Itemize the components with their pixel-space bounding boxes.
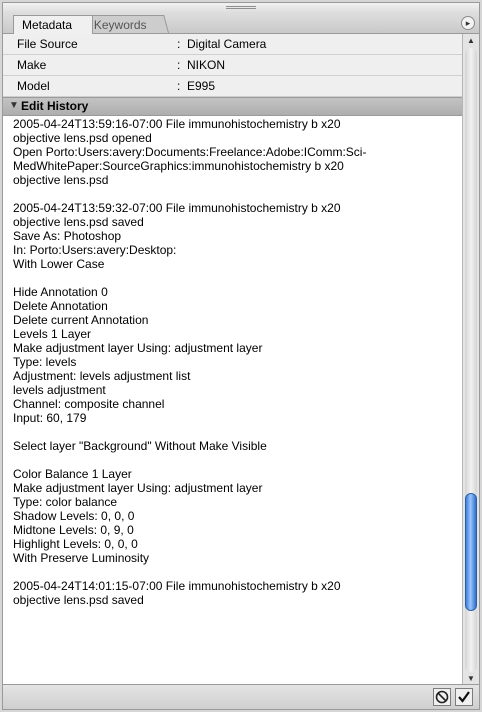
history-line: 2005-04-24T14:01:15-07:00 File immunohis… bbox=[13, 579, 341, 593]
metadata-separator: : bbox=[177, 58, 181, 72]
panel-footer bbox=[3, 684, 479, 709]
apply-button[interactable] bbox=[455, 688, 473, 706]
history-line: 2005-04-24T13:59:16-07:00 File immunohis… bbox=[13, 117, 341, 131]
history-line: Make adjustment layer Using: adjustment … bbox=[13, 481, 263, 495]
scroll-thumb[interactable] bbox=[465, 493, 477, 612]
history-line: Midtone Levels: 0, 9, 0 bbox=[13, 523, 134, 537]
tab-bar: Keywords Metadata ▸ bbox=[3, 13, 479, 34]
metadata-content: File Source : Digital Camera Make : NIKO… bbox=[3, 34, 463, 686]
checkmark-icon bbox=[458, 691, 470, 703]
history-line: With Lower Case bbox=[13, 257, 105, 271]
history-line: MedWhitePaper:SourceGraphics:immunohisto… bbox=[13, 159, 344, 173]
history-entry: 2005-04-24T14:01:15-07:00 File immunohis… bbox=[13, 579, 455, 607]
history-line: Levels 1 Layer bbox=[13, 327, 92, 341]
vertical-scrollbar[interactable]: ▲ ▼ bbox=[462, 34, 479, 686]
metadata-key: File Source bbox=[17, 37, 78, 51]
grip-line bbox=[226, 8, 256, 9]
tab-keywords[interactable]: Keywords bbox=[82, 15, 169, 33]
history-line: objective lens.psd saved bbox=[13, 215, 144, 229]
edit-history-title: Edit History bbox=[21, 99, 89, 113]
history-line: levels adjustment bbox=[13, 383, 106, 397]
history-line: Input: 60, 179 bbox=[13, 411, 87, 425]
metadata-value: Digital Camera bbox=[187, 37, 267, 51]
history-entry: 2005-04-24T13:59:16-07:00 File immunohis… bbox=[13, 117, 455, 187]
metadata-key: Make bbox=[17, 58, 47, 72]
edit-history-list: 2005-04-24T13:59:16-07:00 File immunohis… bbox=[3, 116, 463, 607]
history-line: Channel: composite channel bbox=[13, 397, 165, 411]
tab-metadata-label: Metadata bbox=[22, 18, 73, 32]
history-line: 2005-04-24T13:59:32-07:00 File immunohis… bbox=[13, 201, 341, 215]
history-line: Highlight Levels: 0, 0, 0 bbox=[13, 537, 138, 551]
history-line: Color Balance 1 Layer bbox=[13, 467, 132, 481]
metadata-key: Model bbox=[17, 79, 50, 93]
triangle-down-icon[interactable]: ▼ bbox=[9, 100, 19, 111]
history-line: In: Porto:Users:avery:Desktop: bbox=[13, 243, 177, 257]
history-line: Select layer "Background" Without Make V… bbox=[13, 439, 267, 453]
cancel-button[interactable] bbox=[433, 688, 451, 706]
metadata-row-make: Make : NIKON bbox=[3, 55, 463, 76]
grip-line bbox=[226, 6, 256, 7]
metadata-row-file-source: File Source : Digital Camera bbox=[3, 34, 463, 55]
history-line: Shadow Levels: 0, 0, 0 bbox=[13, 509, 135, 523]
cancel-icon bbox=[435, 690, 449, 704]
edit-history-header[interactable]: ▼ Edit History bbox=[3, 97, 463, 116]
metadata-value: NIKON bbox=[187, 58, 226, 72]
history-line: objective lens.psd opened bbox=[13, 131, 152, 145]
history-entry: Hide Annotation 0 Delete Annotation Delete… bbox=[13, 285, 455, 425]
metadata-panel: Keywords Metadata ▸ File Source : Digita… bbox=[2, 2, 480, 710]
history-line: Open Porto:Users:avery:Documents:Freelan… bbox=[13, 145, 367, 159]
history-entry: 2005-04-24T13:59:32-07:00 File immunohis… bbox=[13, 201, 455, 271]
panel-menu-icon[interactable]: ▸ bbox=[461, 16, 475, 30]
history-line: Make adjustment layer Using: adjustment … bbox=[13, 341, 263, 355]
metadata-value: E995 bbox=[187, 79, 216, 93]
metadata-row-model: Model : E995 bbox=[3, 76, 463, 97]
metadata-separator: : bbox=[177, 79, 181, 93]
history-entry: Select layer "Background" Without Make V… bbox=[13, 439, 455, 453]
history-line: Type: color balance bbox=[13, 495, 118, 509]
history-line: Adjustment: levels adjustment list bbox=[13, 369, 191, 383]
history-line: Save As: Photoshop bbox=[13, 229, 122, 243]
history-line: Hide Annotation 0 bbox=[13, 285, 108, 299]
tab-keywords-label: Keywords bbox=[93, 18, 147, 32]
history-line: objective lens.psd bbox=[13, 173, 109, 187]
history-line: Delete Annotation bbox=[13, 299, 108, 313]
metadata-separator: : bbox=[177, 37, 181, 51]
tab-metadata[interactable]: Metadata bbox=[13, 15, 93, 34]
history-line: objective lens.psd saved bbox=[13, 593, 144, 607]
history-line: Type: levels bbox=[13, 355, 77, 369]
panel-grip[interactable] bbox=[3, 3, 479, 13]
history-line: With Preserve Luminosity bbox=[13, 551, 150, 565]
scroll-up-arrow-icon[interactable]: ▲ bbox=[463, 34, 479, 48]
history-entry: Color Balance 1 Layer Make adjustment lay… bbox=[13, 467, 455, 565]
history-line: Delete current Annotation bbox=[13, 313, 149, 327]
